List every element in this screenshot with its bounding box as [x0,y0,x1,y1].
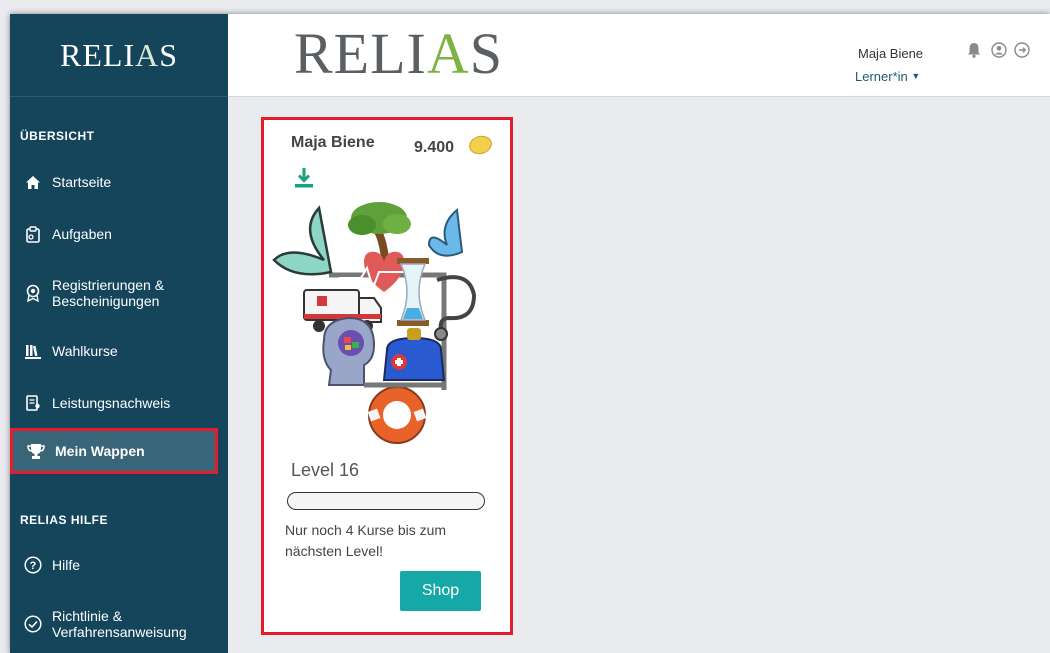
books-icon [24,342,42,360]
download-icon[interactable] [293,167,315,193]
sidebar-item-label: Leistungsnachweis [52,395,171,411]
sidebar-item-label-group: Registrierungen & Bescheinigungen [52,277,164,309]
sidebar-item-mein-wappen[interactable]: Mein Wappen [10,428,218,474]
sidebar-item-registrierungen[interactable]: Registrierungen & Bescheinigungen [10,276,218,310]
sidebar-item-label: Registrierungen & [52,277,165,293]
sidebar-item-label-line2: Verfahrensanweisung [52,624,187,640]
sidebar-item-label: Aufgaben [52,226,112,242]
sidebar-item-label: Startseite [52,174,112,190]
logo-text: RELI [294,21,427,86]
sidebar: RELI A S ÜBERSICHT Startseite Aufgaben Reg… [10,14,228,653]
sidebar-item-wahlkurse[interactable]: Wahlkurse [10,341,218,361]
user-role-dropdown[interactable]: Lerner*in ▼ [855,69,920,84]
sidebar-item-label-line2: Bescheinigungen [52,293,160,309]
logout-icon[interactable] [1014,42,1030,62]
user-name[interactable]: Maja Biene [858,46,923,61]
logo-text-end: S [159,36,178,73]
caret-down-icon: ▼ [911,71,921,81]
sidebar-item-leistungsnachweis[interactable]: Leistungsnachweis [10,393,218,413]
sidebar-item-hilfe[interactable]: ? Hilfe [10,555,218,575]
logo-text: RELI [60,36,136,73]
sidebar-item-startseite[interactable]: Startseite [10,172,218,192]
crest-card: Maja Biene 9.400 Level 16 Nur noch 4 Kur… [261,117,513,635]
user-circle-icon[interactable] [991,42,1007,62]
level-label: Level 16 [291,460,360,480]
sidebar-item-label: Richtlinie & [52,608,123,624]
sidebar-item-aufgaben[interactable]: Aufgaben [10,224,218,244]
header-logo[interactable]: RELIAS [294,20,503,87]
coin-icon [467,133,494,157]
crest-emblem-image [272,202,477,444]
sidebar-item-label-group: Richtlinie & Verfahrensanweisung [52,608,187,640]
section-title-overview: ÜBERSICHT [20,129,95,143]
logo-text-end: S [469,21,504,86]
level-progress-bar [287,492,485,510]
top-bar: RELIAS Maja Biene Lerner*in ▼ [228,14,1050,97]
bell-icon[interactable] [967,42,981,62]
level-note: Nur noch 4 Kurse bis zum nächsten Level! [285,522,447,559]
section-title-help: RELIAS HILFE [20,513,109,527]
badge-icon [24,284,42,302]
sidebar-item-label: Mein Wappen [55,443,145,459]
shop-button[interactable]: Shop [400,571,481,611]
sidebar-item-richtlinie[interactable]: Richtlinie & Verfahrensanweisung [10,607,218,641]
sidebar-item-label: Wahlkurse [52,343,118,359]
certificate-icon [24,394,42,412]
logo-letter-a: A [426,21,470,86]
sidebar-item-label: Hilfe [52,557,81,573]
sidebar-logo[interactable]: RELI A S [10,14,228,97]
clipboard-icon [24,225,42,243]
card-user-name: Maja Biene [291,134,375,151]
logo-letter-a: A [135,36,160,73]
question-circle-icon: ? [24,556,42,574]
svg-text:?: ? [30,560,37,572]
user-role-label: Lerner*in [855,69,908,84]
home-icon [24,173,42,191]
check-circle-icon [24,615,42,633]
trophy-icon [27,442,45,460]
coin-balance: 9.400 [414,139,455,156]
